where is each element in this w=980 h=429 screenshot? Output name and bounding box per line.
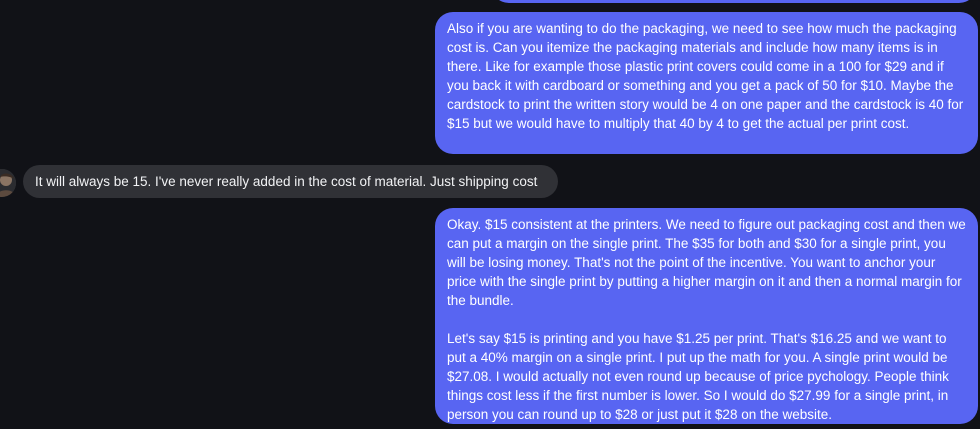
incoming-message-bubble[interactable]: It will always be 15. I've never really …: [23, 165, 558, 198]
message-text: Okay. $15 consistent at the printers. We…: [447, 217, 966, 308]
previous-message-bubble: [491, 0, 977, 3]
avatar-image: [0, 169, 16, 197]
outgoing-message-bubble[interactable]: Okay. $15 consistent at the printers. We…: [435, 208, 978, 424]
message-text: It will always be 15. I've never really …: [35, 174, 538, 189]
contact-avatar[interactable]: [0, 169, 16, 197]
outgoing-message-bubble[interactable]: Also if you are wanting to do the packag…: [435, 12, 978, 154]
message-text: Let's say $15 is printing and you have $…: [447, 331, 949, 422]
message-text: Also if you are wanting to do the packag…: [447, 21, 964, 131]
